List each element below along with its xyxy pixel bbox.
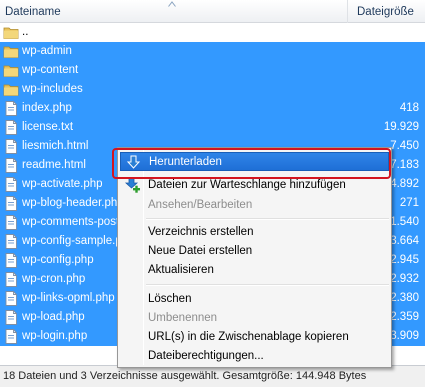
menu-item-add-to-queue[interactable]: Dateien zur Warteschlange hinzufügen: [120, 176, 389, 195]
file-row[interactable]: index.php 418: [0, 99, 425, 118]
menu-item-label: Herunterladen: [149, 156, 222, 168]
file-size: 2.359: [390, 311, 419, 323]
folder-icon: [3, 25, 19, 40]
add-to-queue-icon: [124, 177, 140, 193]
menu-item-copy-urls[interactable]: URL(s) in die Zwischenablage kopieren: [120, 328, 389, 347]
menu-item-label: Aktualisieren: [148, 264, 214, 276]
file-icon: [3, 291, 19, 306]
file-name: wp-includes: [22, 83, 83, 95]
file-name: wp-activate.php: [22, 178, 103, 190]
menu-item-label: URL(s) in die Zwischenablage kopieren: [148, 331, 349, 343]
column-header-filesize[interactable]: Dateigröße: [348, 0, 425, 23]
file-row[interactable]: license.txt 19.929: [0, 118, 425, 137]
file-name: index.php: [22, 102, 72, 114]
menu-item-label: Ansehen/Bearbeiten: [148, 199, 253, 211]
file-icon: [3, 310, 19, 325]
sort-ascending-icon: [168, 1, 176, 7]
menu-item-create-directory[interactable]: Verzeichnis erstellen: [120, 223, 389, 242]
column-header-bar: Dateiname Dateigröße: [0, 0, 425, 23]
file-size: 1.540: [390, 216, 419, 228]
file-size: 19.929: [383, 121, 419, 133]
file-size: 4.892: [390, 178, 419, 190]
menu-item-label: Dateien zur Warteschlange hinzufügen: [148, 179, 346, 191]
file-size: 271: [399, 197, 419, 209]
file-name: wp-load.php: [22, 311, 85, 323]
column-header-filename-label: Dateiname: [5, 6, 61, 18]
file-icon: [3, 139, 19, 154]
file-icon: [3, 215, 19, 230]
menu-item-label: Neue Datei erstellen: [148, 245, 253, 257]
file-size: 7.450: [390, 140, 419, 152]
file-name: readme.html: [22, 159, 86, 171]
file-size: 7.183: [390, 159, 419, 171]
file-name: wp-content: [22, 64, 79, 76]
folder-icon: [3, 63, 19, 78]
file-icon: [3, 234, 19, 249]
file-icon: [3, 196, 19, 211]
file-icon: [3, 101, 19, 116]
menu-item-label: Umbenennen: [148, 312, 218, 324]
file-row[interactable]: wp-includes: [0, 80, 425, 99]
file-row[interactable]: ..: [0, 23, 425, 42]
file-size: 2.380: [390, 292, 419, 304]
menu-item-delete[interactable]: Löschen: [120, 290, 389, 309]
menu-item-rename[interactable]: Umbenennen: [120, 309, 389, 328]
menu-item-file-permissions[interactable]: Dateiberechtigungen...: [120, 347, 389, 366]
file-name: wp-blog-header.php: [22, 197, 124, 209]
file-name: ..: [22, 26, 29, 38]
file-icon: [3, 329, 19, 344]
folder-icon: [3, 82, 19, 97]
menu-item-create-file[interactable]: Neue Datei erstellen: [120, 242, 389, 261]
file-size: 2.932: [390, 273, 419, 285]
folder-icon: [3, 44, 19, 59]
file-name: wp-config.php: [22, 254, 94, 266]
menu-separator: [146, 218, 389, 220]
file-size: 2.945: [390, 254, 419, 266]
file-icon: [3, 272, 19, 287]
menu-item-refresh[interactable]: Aktualisieren: [120, 261, 389, 280]
file-row[interactable]: wp-content: [0, 61, 425, 80]
menu-item-label: Verzeichnis erstellen: [148, 226, 254, 238]
file-name: wp-login.php: [22, 330, 88, 342]
menu-item-view-edit[interactable]: Ansehen/Bearbeiten: [120, 196, 389, 215]
file-name: wp-links-opml.php: [22, 292, 115, 304]
file-icon: [3, 120, 19, 135]
context-menu: Herunterladen Dateien zur Warteschlange …: [117, 147, 392, 368]
status-bar: 18 Dateien und 3 Verzeichnisse ausgewähl…: [0, 365, 425, 387]
file-name: license.txt: [22, 121, 74, 133]
column-header-filename[interactable]: Dateiname: [0, 0, 348, 23]
download-icon: [126, 155, 141, 169]
file-icon: [3, 253, 19, 268]
file-name: liesmich.html: [22, 140, 89, 152]
menu-item-label: Löschen: [148, 293, 192, 305]
menu-item-download[interactable]: Herunterladen: [120, 152, 389, 171]
file-name: wp-admin: [22, 45, 72, 57]
file-size: 418: [399, 102, 419, 114]
menu-separator: [146, 284, 389, 286]
file-size: 3.664: [390, 235, 419, 247]
status-text: 18 Dateien und 3 Verzeichnisse ausgewähl…: [3, 370, 367, 382]
menu-item-label: Dateiberechtigungen...: [148, 350, 264, 362]
file-row[interactable]: wp-admin: [0, 42, 425, 61]
column-header-filesize-label: Dateigröße: [357, 6, 414, 18]
file-icon: [3, 158, 19, 173]
file-name: wp-cron.php: [22, 273, 86, 285]
file-icon: [3, 177, 19, 192]
